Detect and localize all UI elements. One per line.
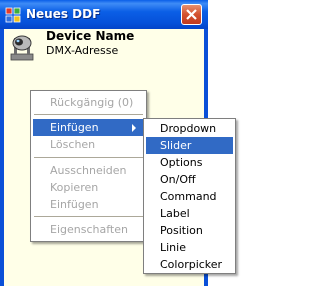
window-title: Neues DDF <box>26 7 101 21</box>
submenu-item-command[interactable]: Command <box>146 188 233 205</box>
submenu-item-options[interactable]: Options <box>146 154 233 171</box>
submenu-item-position[interactable]: Position <box>146 222 233 239</box>
submenu-item-colorpicker[interactable]: Colorpicker <box>146 256 233 273</box>
menu-item-copy[interactable]: Kopieren <box>33 179 144 196</box>
menu-item-insert-label: Einfügen <box>50 121 99 134</box>
submenu-item-label[interactable]: Label <box>146 205 233 222</box>
submenu-item-dropdown[interactable]: Dropdown <box>146 120 233 137</box>
menu-item-cut[interactable]: Ausschneiden <box>33 162 144 179</box>
context-menu: Rückgängig (0) Einfügen Löschen Ausschne… <box>30 90 147 242</box>
app-icon <box>5 7 21 23</box>
dmx-address-label: DMX-Adresse <box>46 44 119 57</box>
submenu-item-onoff[interactable]: On/Off <box>146 171 233 188</box>
menu-separator <box>34 114 143 115</box>
title-bar[interactable]: Neues DDF <box>0 0 208 29</box>
menu-item-delete[interactable]: Löschen <box>33 136 144 153</box>
menu-separator <box>34 157 143 158</box>
submenu-item-line[interactable]: Linie <box>146 239 233 256</box>
insert-submenu: Dropdown Slider Options On/Off Command L… <box>143 118 236 274</box>
close-icon <box>186 9 197 20</box>
close-button[interactable] <box>181 4 202 25</box>
device-name: Device Name <box>46 29 135 43</box>
menu-item-insert[interactable]: Einfügen <box>33 119 144 136</box>
submenu-arrow-icon <box>132 124 136 132</box>
menu-item-properties[interactable]: Eigenschaften <box>33 221 144 238</box>
menu-separator <box>34 216 143 217</box>
moving-head-icon <box>10 35 34 61</box>
submenu-item-slider[interactable]: Slider <box>146 137 233 154</box>
menu-item-undo[interactable]: Rückgängig (0) <box>33 94 144 111</box>
menu-item-paste[interactable]: Einfügen <box>33 196 144 213</box>
